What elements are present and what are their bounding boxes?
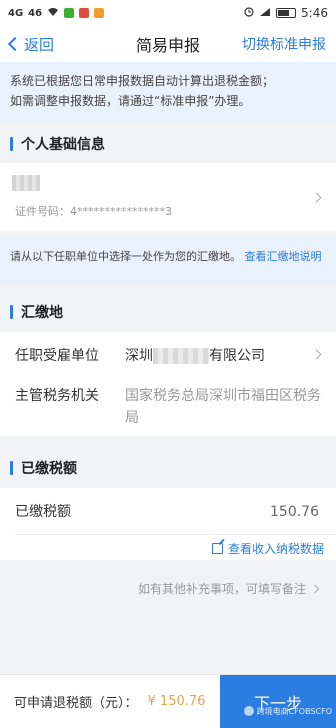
notice-line-1: 系统已根据您日常申报数据自动计算出退税金额； xyxy=(10,74,275,88)
refund-label: 可申请退税额（元）： xyxy=(14,696,138,711)
employer-row[interactable]: 任职受雇单位 深圳 有限公司 xyxy=(0,344,336,368)
tax-authority-row: 主管税务机关 国家税务总局深圳市福田区税务局 xyxy=(0,385,336,429)
status-bar: 4G 46 5:46 xyxy=(0,0,336,26)
next-step-button[interactable]: 下一步 跨境电商CFOBSCFO xyxy=(220,674,336,728)
status-right: 5:46 xyxy=(244,6,328,20)
tax-authority-label: 主管税务机关 xyxy=(15,388,99,404)
employer-label: 任职受雇单位 xyxy=(15,348,99,364)
section-accent-bar xyxy=(10,305,13,319)
auto-calc-notice: 系统已根据您日常申报数据自动计算出退税金额； 如需调整申报数据，请通过“标准申报… xyxy=(0,62,336,124)
tax-authority-value: 国家税务总局深圳市福田区税务局 xyxy=(125,388,321,426)
huijiao-explanation-link[interactable]: 查看汇缴地说明 xyxy=(245,250,322,263)
gallery-notification-icon xyxy=(94,8,105,18)
carrier-signal: 4G xyxy=(8,7,24,19)
chevron-left-icon xyxy=(7,36,23,52)
huijiao-header: 汇缴地 xyxy=(0,292,336,332)
id-number-line: 证件号码：4****************3 xyxy=(15,203,172,219)
watermark-text: 跨境电商CFOBSCFO xyxy=(256,706,332,716)
signal-bars-icon xyxy=(259,7,271,20)
employer-prefix: 深圳 xyxy=(125,348,153,364)
employer-suffix: 有限公司 xyxy=(209,348,265,364)
employer-value: 深圳 有限公司 xyxy=(125,344,321,368)
watermark-logo-icon xyxy=(243,706,254,716)
view-income-tax-data-link[interactable]: 查看收入纳税数据 xyxy=(211,540,324,557)
edit-icon xyxy=(211,543,223,554)
divider xyxy=(15,534,336,535)
app-notification-icon xyxy=(79,8,90,18)
supplement-text: 如有其他补充事项，可填写备注 xyxy=(137,582,306,596)
back-button[interactable]: 返回 xyxy=(7,34,55,55)
paid-tax-label: 已缴税额 xyxy=(15,504,71,520)
huijiao-card: 任职受雇单位 深圳 有限公司 主管税务机关 国家税务总局深圳市福田区税务局 xyxy=(0,332,336,436)
alarm-icon xyxy=(244,6,254,20)
paid-tax-value: 150.76 xyxy=(270,504,319,520)
id-label: 证件号码： xyxy=(15,205,70,218)
network-speed: 46 xyxy=(28,7,43,19)
navigation-bar: 返回 简易申报 切换标准申报 xyxy=(0,26,336,62)
back-label: 返回 xyxy=(24,35,55,54)
wifi-icon xyxy=(47,7,59,20)
watermark: 跨境电商CFOBSCFO xyxy=(243,706,332,717)
person-card[interactable]: 证件号码：4****************3 xyxy=(0,163,336,231)
notice-line-2: 如需调整申报数据，请通过“标准申报”办理。 xyxy=(10,94,251,108)
basic-info-header: 个人基础信息 xyxy=(0,124,336,163)
masked-employer-name xyxy=(153,348,209,364)
id-value: 4****************3 xyxy=(70,205,172,218)
refund-amount: ¥ 150.76 xyxy=(147,694,206,709)
view-income-tax-data-label: 查看收入纳税数据 xyxy=(227,542,324,556)
clock: 5:46 xyxy=(301,6,328,20)
section-accent-bar xyxy=(10,136,13,151)
hint-text: 请从以下任职单位中选择一处作为您的汇缴地。 xyxy=(10,250,241,263)
section-accent-bar xyxy=(10,461,13,475)
chevron-right-icon xyxy=(311,192,322,203)
huijiao-title: 汇缴地 xyxy=(21,305,63,321)
battery-icon xyxy=(276,8,297,18)
chevron-right-icon xyxy=(310,584,320,593)
switch-standard-declaration-link[interactable]: 切换标准申报 xyxy=(242,34,326,54)
paid-tax-row: 已缴税额 150.76 xyxy=(0,500,336,524)
status-left: 4G 46 xyxy=(8,7,105,20)
masked-name xyxy=(12,175,40,191)
supplement-remark-link[interactable]: 如有其他补充事项，可填写备注 xyxy=(137,580,320,597)
paid-tax-title: 已缴税额 xyxy=(21,461,77,477)
huijiao-hint: 请从以下任职单位中选择一处作为您的汇缴地。 查看汇缴地说明 xyxy=(0,238,336,286)
basic-info-title: 个人基础信息 xyxy=(21,136,105,153)
footer-bar: 可申请退税额（元）： ¥ 150.76 下一步 跨境电商CFOBSCFO xyxy=(0,674,336,728)
wechat-notification-icon xyxy=(64,8,75,18)
paid-tax-header: 已缴税额 xyxy=(0,448,336,488)
